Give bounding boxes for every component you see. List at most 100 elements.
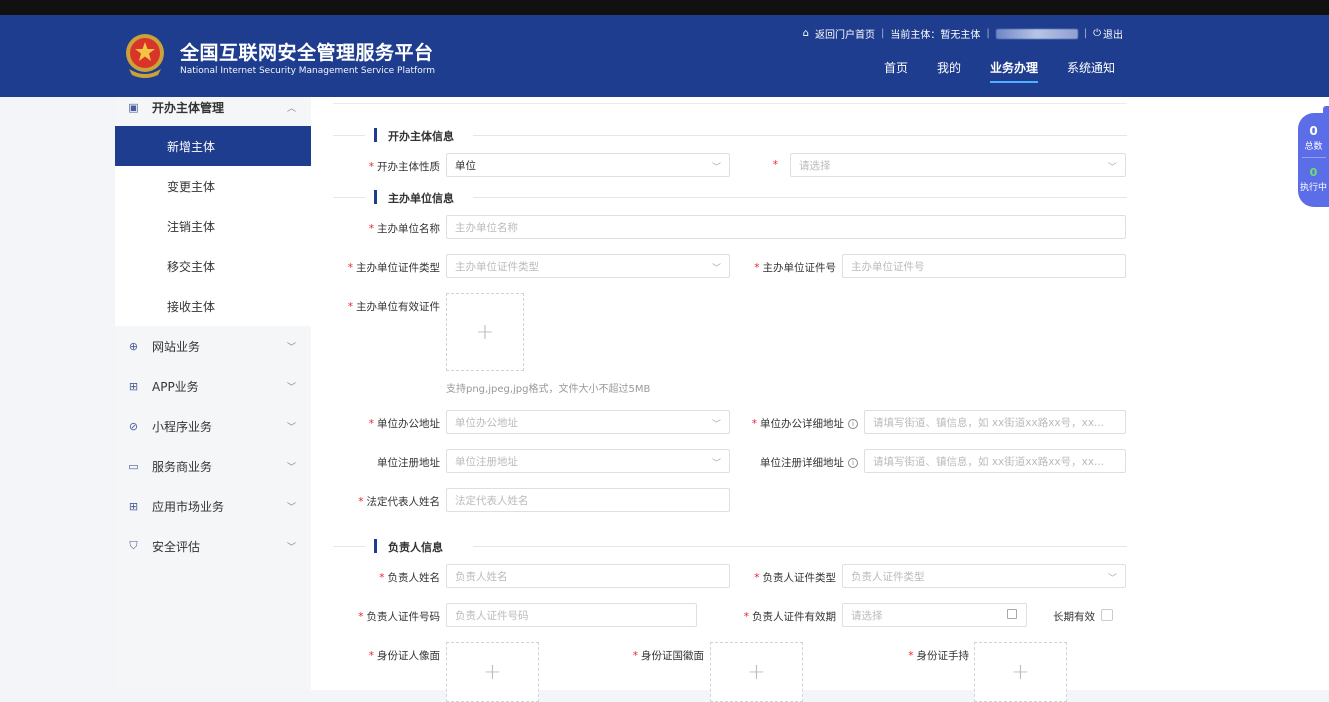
chevron-down-icon: ﹀ bbox=[711, 420, 721, 430]
portal-home-link[interactable]: 返回门户首页 bbox=[815, 26, 875, 41]
section-line bbox=[333, 546, 365, 547]
calendar-icon bbox=[1007, 609, 1017, 619]
reg-detail-input[interactable]: 请填写街道、镇信息，如 xx街道xx路xx号，xx... bbox=[864, 449, 1126, 473]
sidebar-item-security-assessment[interactable]: ⛉ 安全评估 ﹀ bbox=[115, 526, 311, 566]
chevron-down-icon: ﹀ bbox=[711, 163, 721, 173]
sponsor-name-input[interactable]: 主办单位名称 bbox=[446, 215, 1126, 239]
sponsor-cert-upload[interactable]: + bbox=[446, 293, 524, 371]
section-marker bbox=[374, 190, 377, 204]
chevron-down-icon: ﹀ bbox=[286, 382, 296, 393]
sponsor-cert-no-input[interactable]: 主办单位证件号 bbox=[842, 254, 1126, 278]
long-term-checkbox[interactable] bbox=[1101, 609, 1113, 621]
chevron-down-icon: ﹀ bbox=[286, 462, 296, 473]
chevron-down-icon: ﹀ bbox=[1107, 574, 1117, 584]
current-entity-label: 当前主体： bbox=[890, 30, 941, 41]
chevron-down-icon: ﹀ bbox=[286, 342, 296, 353]
entity-nature-select[interactable]: 单位 ﹀ bbox=[446, 153, 730, 177]
utility-separator: | bbox=[1083, 28, 1088, 39]
section-title: 负责人信息 bbox=[388, 541, 443, 554]
sidebar-item-label: 小程序业务 bbox=[152, 419, 213, 434]
sidebar-item-transfer-entity[interactable]: 移交主体 bbox=[115, 246, 311, 286]
sidebar: ▣ 开办主体管理 ︿ 新增主体 变更主体 注销主体 移交主体 接收主体 ⊕ 网站… bbox=[115, 97, 311, 690]
briefcase-icon: ▣ bbox=[128, 100, 139, 114]
sponsor-cert-no-label: * 主办单位证件号 bbox=[754, 262, 836, 274]
legal-rep-label: * 法定代表人姓名 bbox=[358, 496, 440, 508]
sidebar-item-receive-entity[interactable]: 接收主体 bbox=[115, 286, 311, 326]
manager-name-input[interactable]: 负责人姓名 bbox=[446, 564, 730, 588]
nav-home[interactable]: 首页 bbox=[884, 59, 908, 83]
grid-icon: ⊞ bbox=[128, 499, 139, 513]
reg-address-select[interactable]: 单位注册地址 ﹀ bbox=[446, 449, 730, 473]
section-line bbox=[333, 135, 365, 136]
sidebar-item-cancel-entity[interactable]: 注销主体 bbox=[115, 206, 311, 246]
monitor-icon: ▭ bbox=[128, 459, 139, 473]
info-icon[interactable]: i bbox=[848, 419, 858, 429]
sponsor-cert-type-select[interactable]: 主办单位证件类型 ﹀ bbox=[446, 254, 730, 278]
chevron-down-icon: ﹀ bbox=[286, 542, 296, 553]
nav-mine[interactable]: 我的 bbox=[937, 59, 961, 83]
total-count: 0 bbox=[1309, 124, 1318, 138]
site-header: 全国互联网安全管理服务平台 National Internet Security… bbox=[0, 15, 1329, 97]
redacted-username bbox=[995, 28, 1078, 39]
nav-business[interactable]: 业务办理 bbox=[989, 59, 1038, 83]
sidebar-item-miniprogram[interactable]: ⊘ 小程序业务 ﹀ bbox=[115, 406, 311, 446]
id-portrait-upload[interactable]: + bbox=[446, 642, 539, 702]
manager-name-label: * 负责人姓名 bbox=[379, 572, 440, 584]
long-term-label: 长期有效 bbox=[1053, 611, 1095, 623]
id-portrait-label: * 身份证人像面 bbox=[368, 650, 440, 662]
section-entity-info: 开办主体信息 bbox=[333, 128, 1127, 143]
utility-bar: ⌂ 返回门户首页 | 当前主体： 暂无主体 | | ⏻ 退出 bbox=[803, 26, 1123, 41]
entity-secondary-select[interactable]: 请选择 ﹀ bbox=[790, 153, 1126, 177]
office-address-select[interactable]: 单位办公地址 ﹀ bbox=[446, 410, 730, 434]
legal-rep-input[interactable]: 法定代表人姓名 bbox=[446, 488, 730, 512]
manager-cert-validity-picker[interactable]: 请选择 bbox=[842, 603, 1027, 627]
section-line bbox=[473, 135, 1127, 136]
manager-cert-validity-label: * 负责人证件有效期 bbox=[743, 611, 836, 623]
utility-separator: | bbox=[880, 28, 885, 39]
running-count: 0 bbox=[1309, 166, 1318, 179]
sidebar-group-label: 开办主体管理 bbox=[152, 100, 225, 115]
office-detail-input[interactable]: 请填写街道、镇信息，如 xx街道xx路xx号，xx... bbox=[864, 410, 1126, 434]
plus-icon: + bbox=[747, 659, 766, 685]
section-line bbox=[473, 546, 1127, 547]
grid-icon: ⊞ bbox=[128, 379, 139, 393]
logout-link[interactable]: 退出 bbox=[1103, 26, 1123, 41]
manager-cert-no-input[interactable]: 负责人证件号码 bbox=[446, 603, 697, 627]
sidebar-item-label: APP业务 bbox=[152, 379, 199, 394]
chevron-down-icon: ﹀ bbox=[286, 422, 296, 433]
sidebar-item-app[interactable]: ⊞ APP业务 ﹀ bbox=[115, 366, 311, 406]
sidebar-item-add-entity[interactable]: 新增主体 bbox=[115, 126, 311, 166]
shield-icon: ⛉ bbox=[129, 539, 138, 552]
upload-hint: 支持png,jpeg,jpg格式，文件大小不超过5MB bbox=[446, 384, 651, 395]
plus-icon: + bbox=[1011, 659, 1030, 685]
chevron-down-icon: ﹀ bbox=[1107, 163, 1117, 173]
main-form-area: 开办主体信息 * 开办主体性质 单位 ﹀ * 请选择 ﹀ 主办单位信息 * 主办单位名称… bbox=[311, 97, 1329, 702]
sidebar-item-app-market[interactable]: ⊞ 应用市场业务 ﹀ bbox=[115, 486, 311, 526]
id-emblem-upload[interactable]: + bbox=[710, 642, 803, 702]
sidebar-item-website[interactable]: ⊕ 网站业务 ﹀ bbox=[115, 326, 311, 366]
info-icon[interactable]: i bbox=[848, 458, 858, 468]
main-nav: 首页 我的 业务办理 系统通知 bbox=[884, 59, 1115, 83]
manager-cert-type-select[interactable]: 负责人证件类型 ﹀ bbox=[842, 564, 1126, 588]
section-manager-info: 负责人信息 bbox=[333, 539, 1127, 554]
id-emblem-label: * 身份证国徽面 bbox=[632, 650, 704, 662]
compass-icon: ⊘ bbox=[128, 419, 139, 433]
sponsor-name-label: * 主办单位名称 bbox=[368, 223, 440, 235]
id-handheld-upload[interactable]: + bbox=[974, 642, 1067, 702]
platform-title: 全国互联网安全管理服务平台 bbox=[180, 42, 434, 64]
section-title: 开办主体信息 bbox=[388, 130, 454, 143]
platform-subtitle: National Internet Security Management Se… bbox=[180, 66, 436, 76]
sidebar-item-label: 服务商业务 bbox=[152, 459, 213, 474]
section-line bbox=[473, 197, 1127, 198]
task-float-panel[interactable]: 0 总数 0 执行中 bbox=[1298, 106, 1329, 207]
sidebar-group-entity-management[interactable]: ▣ 开办主体管理 ︿ bbox=[115, 97, 311, 117]
total-label: 总数 bbox=[1304, 142, 1323, 152]
office-address-label: * 单位办公地址 bbox=[368, 418, 440, 430]
entity-nature-label: * 开办主体性质 bbox=[368, 161, 440, 173]
sidebar-item-service-provider[interactable]: ▭ 服务商业务 ﹀ bbox=[115, 446, 311, 486]
sidebar-item-label: 安全评估 bbox=[152, 539, 201, 554]
sidebar-item-change-entity[interactable]: 变更主体 bbox=[115, 166, 311, 206]
nav-notifications[interactable]: 系统通知 bbox=[1067, 59, 1115, 83]
sponsor-cert-type-label: * 主办单位证件类型 bbox=[347, 262, 440, 274]
sidebar-item-label: 应用市场业务 bbox=[152, 499, 225, 514]
